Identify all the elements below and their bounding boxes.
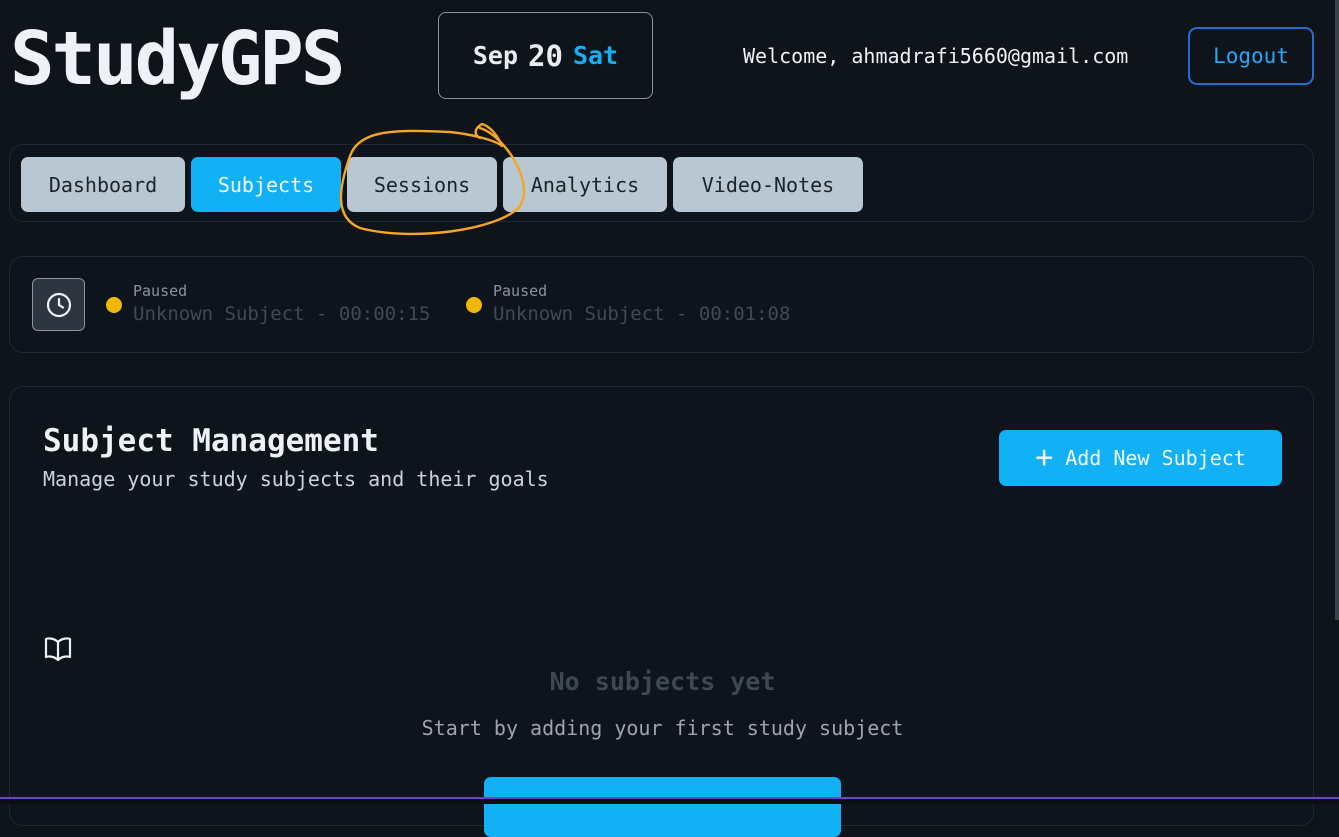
section-subtitle: Manage your study subjects and their goa…	[43, 467, 549, 491]
add-subject-label: Add New Subject	[1065, 446, 1246, 470]
logout-button[interactable]: Logout	[1188, 27, 1314, 85]
tab-dashboard[interactable]: Dashboard	[21, 157, 185, 212]
highlight-annotation	[339, 122, 526, 236]
timer-info[interactable]: Unknown Subject - 00:01:08	[493, 303, 790, 325]
section-title: Subject Management	[43, 423, 379, 459]
subject-management-panel: Subject Management Manage your study sub…	[9, 386, 1314, 837]
timer-status: Paused	[133, 282, 188, 300]
timer-status: Paused	[493, 282, 548, 300]
date-weekday: Sat	[572, 41, 619, 70]
scrollbar[interactable]	[1335, 0, 1339, 620]
add-first-subject-button[interactable]	[484, 777, 841, 837]
tab-video-notes[interactable]: Video-Notes	[673, 157, 863, 212]
window-bottom-strip	[0, 799, 1339, 804]
app-logo: StudyGPS	[10, 16, 345, 102]
date-month: Sep	[472, 41, 519, 70]
empty-state-subtitle: Start by adding your first study subject	[421, 716, 904, 740]
book-open-icon	[44, 637, 72, 662]
main-nav: Dashboard Subjects Sessions Analytics Vi…	[9, 144, 1314, 222]
empty-state-title: No subjects yet	[549, 667, 776, 696]
date-display: Sep 20 Sat	[438, 12, 653, 99]
clock-icon	[46, 292, 71, 317]
tab-subjects[interactable]: Subjects	[191, 157, 341, 212]
active-timers-bar: Paused Unknown Subject - 00:00:15 Paused…	[9, 256, 1314, 353]
date-day: 20	[528, 38, 563, 73]
welcome-text: Welcome, ahmadrafi5660@gmail.com	[743, 44, 1129, 68]
plus-icon: +	[1035, 440, 1054, 475]
add-subject-button[interactable]: + Add New Subject	[999, 430, 1282, 486]
paused-status-dot	[466, 297, 482, 313]
timer-info[interactable]: Unknown Subject - 00:00:15	[133, 303, 430, 325]
paused-status-dot	[106, 297, 122, 313]
timer-toggle-button[interactable]	[32, 278, 85, 331]
